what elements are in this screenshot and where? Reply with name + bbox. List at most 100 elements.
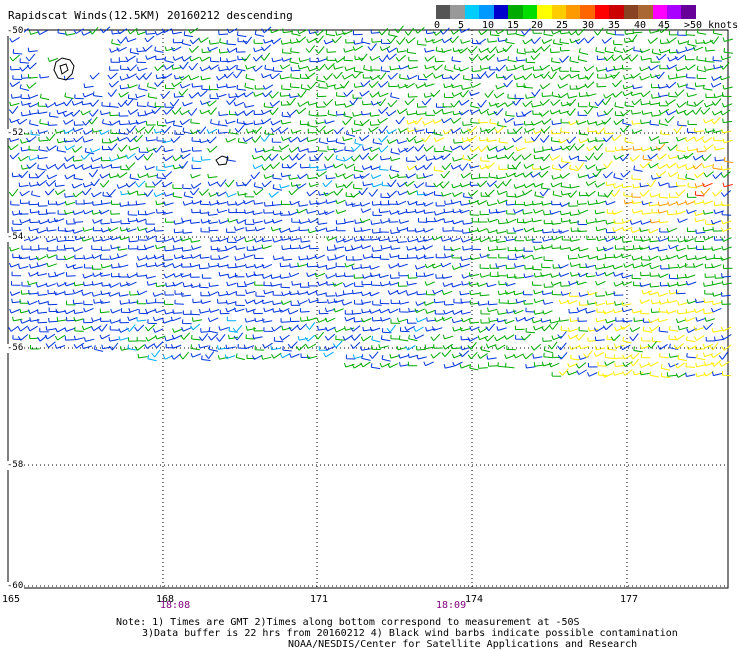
wind-barb <box>721 219 732 225</box>
wind-barb <box>317 57 328 63</box>
wind-barb <box>226 58 237 63</box>
wind-barb <box>496 174 507 180</box>
wind-barb <box>594 182 606 188</box>
wind-barb <box>333 307 344 313</box>
wind-barb <box>307 281 318 287</box>
wind-barb <box>279 92 290 97</box>
wind-barb <box>325 265 336 270</box>
wind-barb <box>36 262 47 267</box>
wind-barb <box>362 254 374 259</box>
wind-barb <box>216 179 227 187</box>
wind-barb <box>585 219 596 224</box>
wind-barb <box>658 193 669 199</box>
wind-barb <box>604 271 615 277</box>
legend-swatch <box>565 5 581 19</box>
wind-barb <box>63 137 74 143</box>
wind-barb <box>73 121 84 126</box>
wind-barb <box>71 101 83 106</box>
wind-barb <box>541 118 552 125</box>
wind-barb <box>269 107 279 116</box>
wind-barb <box>268 91 279 99</box>
wind-barb <box>407 254 417 259</box>
wind-barb <box>18 264 29 270</box>
wind-barb <box>172 245 183 250</box>
wind-barb <box>190 344 200 351</box>
wind-barb <box>551 57 561 64</box>
speed-color-legend <box>436 5 696 19</box>
wind-barb <box>666 37 677 44</box>
wind-barb <box>620 253 632 259</box>
wind-barb <box>413 326 424 332</box>
wind-barb <box>721 245 732 251</box>
wind-barb <box>631 208 643 214</box>
wind-barb <box>577 173 588 179</box>
wind-barb <box>432 108 444 115</box>
wind-barb <box>54 271 65 277</box>
wind-barb <box>639 66 650 72</box>
wind-barb <box>324 345 336 351</box>
wind-barb <box>135 93 146 99</box>
wind-barb <box>318 191 329 196</box>
wind-barb <box>209 40 219 45</box>
wind-barb <box>25 53 36 62</box>
wind-barb <box>460 172 471 179</box>
wind-barb <box>164 56 174 64</box>
wind-barb <box>407 64 419 70</box>
wind-barb <box>306 137 317 142</box>
wind-barb <box>272 291 283 296</box>
wind-barb <box>280 353 291 359</box>
wind-barb <box>134 324 145 332</box>
wind-barb <box>352 289 363 295</box>
wind-barb <box>300 353 311 358</box>
wind-barb <box>595 199 607 205</box>
wind-barb <box>306 209 317 214</box>
wind-barb <box>531 217 542 223</box>
wind-barb <box>525 58 536 64</box>
wind-barb <box>210 119 220 126</box>
wind-barb <box>433 137 445 143</box>
wind-barb <box>513 290 524 296</box>
wind-barb <box>200 75 211 81</box>
wind-barb <box>56 237 67 242</box>
wind-barb <box>657 317 668 323</box>
wind-barb <box>336 226 346 232</box>
wind-barb <box>136 101 147 107</box>
wind-barb <box>152 292 164 297</box>
wind-barb <box>315 46 325 54</box>
wind-barb <box>622 361 633 367</box>
wind-barb <box>542 310 553 315</box>
wind-barb <box>260 44 272 52</box>
wind-barb <box>540 134 550 143</box>
wind-barb <box>380 244 391 250</box>
wind-barb <box>154 46 164 53</box>
wind-barb <box>687 146 697 152</box>
wind-barb <box>405 208 416 214</box>
wind-barb <box>414 144 425 152</box>
wind-barb <box>261 263 273 269</box>
wind-barb <box>475 38 487 45</box>
wind-barb <box>46 262 57 268</box>
wind-barb <box>272 174 282 180</box>
wind-barb <box>478 118 489 124</box>
wind-barb <box>452 157 463 162</box>
wind-barb <box>56 146 67 153</box>
wind-barb <box>440 170 450 179</box>
wind-barb <box>677 301 688 306</box>
wind-barb <box>100 246 111 251</box>
wind-barb <box>377 81 389 88</box>
wind-barb <box>639 189 650 197</box>
wind-barb <box>127 190 138 195</box>
wind-barb <box>324 333 336 341</box>
wind-barb <box>486 343 497 349</box>
wind-barb <box>163 107 174 115</box>
wind-barb <box>380 335 391 342</box>
wind-barb <box>358 134 370 142</box>
wind-barb <box>63 98 73 107</box>
wind-barb <box>145 55 156 60</box>
wind-barb <box>398 335 409 342</box>
wind-barb <box>19 308 30 314</box>
wind-barb <box>31 190 41 198</box>
wind-barb <box>577 55 588 62</box>
wind-barb <box>687 120 698 126</box>
wind-barb <box>290 47 300 54</box>
